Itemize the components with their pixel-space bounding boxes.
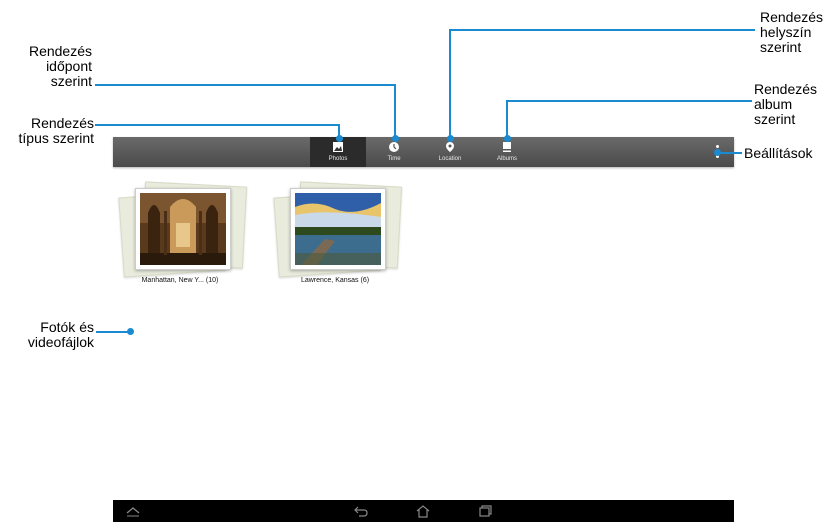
callout-dot [336, 135, 343, 142]
album-card[interactable]: Manhattan, New Y... (10) [115, 180, 248, 290]
clock-icon [389, 142, 399, 152]
callout-line [96, 331, 130, 333]
callout-photos-videos: Fotók és videofájlok [27, 319, 94, 350]
action-bar: Photos Time Location Albums [113, 137, 734, 167]
callout-line [506, 100, 508, 139]
album-thumbnail[interactable] [290, 188, 386, 270]
cathedral-photo [140, 193, 226, 265]
album-thumbnail[interactable] [135, 188, 231, 270]
callout-sort-type: Rendezés típus szerint [18, 115, 94, 146]
callout-line [95, 84, 396, 86]
image-icon [333, 142, 343, 152]
callout-dot [504, 135, 511, 142]
callout-dot [392, 135, 399, 142]
callout-dot [127, 328, 134, 335]
tab-albums-label: Albums [496, 156, 517, 162]
tab-time-label: Time [387, 156, 401, 162]
album-card[interactable]: Lawrence, Kansas (6) [270, 180, 403, 290]
callout-line [95, 124, 340, 126]
callout-sort-album: Rendezés album szerint [754, 81, 818, 127]
callout-settings: Beállítások [744, 145, 813, 161]
album-caption: Manhattan, New Y... (10) [141, 277, 219, 284]
callout-sort-time: Rendezés időpont szerint [28, 43, 92, 89]
lake-photo [295, 193, 381, 265]
home-icon[interactable] [415, 504, 431, 518]
callout-line [394, 84, 396, 139]
callout-sort-location: Rendezés helyszín szerint [760, 9, 824, 55]
album-caption: Lawrence, Kansas (6) [300, 277, 370, 284]
system-navigation-bar [113, 500, 734, 522]
tab-location-label: Location [438, 156, 462, 162]
callout-line [506, 100, 752, 102]
tab-photos-label: Photos [328, 156, 348, 162]
callout-dot [714, 149, 721, 156]
callout-line [449, 29, 451, 139]
location-pin-icon [446, 142, 454, 152]
recent-apps-icon[interactable] [477, 504, 493, 518]
back-icon[interactable] [353, 504, 369, 518]
callout-dot [447, 135, 454, 142]
callout-line [449, 29, 755, 31]
up-chevron-icon[interactable] [125, 504, 141, 518]
album-icon [503, 142, 511, 152]
